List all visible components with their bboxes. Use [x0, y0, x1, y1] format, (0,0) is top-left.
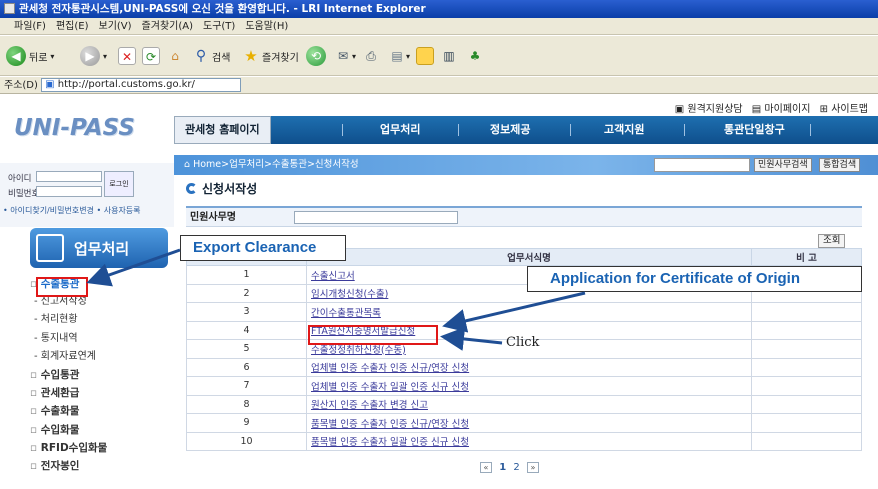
research-icon: ▥ — [443, 49, 455, 63]
menu-tools[interactable]: 도구(T) — [203, 21, 235, 32]
search-label: 검색 — [212, 52, 231, 64]
window-title: 관세청 전자통관시스템,UNI-PASS에 오신 것을 환영합니다. - LRI… — [19, 3, 426, 15]
home-icon: ⌂ — [171, 49, 179, 63]
stop-button[interactable]: ✕ — [118, 45, 136, 67]
window-titlebar: 관세청 전자통관시스템,UNI-PASS에 오신 것을 환영합니다. - LRI… — [0, 0, 878, 18]
menu-edit[interactable]: 편집(E) — [56, 21, 89, 32]
stop-icon: ✕ — [118, 47, 136, 65]
edit-button[interactable]: ▤ ▾ — [388, 45, 410, 67]
home-button[interactable]: ⌂ — [166, 45, 184, 67]
menu-favorites[interactable]: 즐겨찾기(A) — [142, 21, 193, 32]
menubar: 파일(F) 편집(E) 보기(V) 즐겨찾기(A) 도구(T) 도움말(H) — [0, 18, 878, 35]
search-icon: ⚲ — [195, 48, 207, 64]
arrow-click — [440, 326, 503, 351]
favorites-label: 즐겨찾기 — [262, 52, 299, 64]
back-arrow-icon: ◀ — [6, 46, 26, 66]
address-input[interactable]: ▣ http://portal.customs.go.kr/ — [41, 78, 242, 92]
forward-button[interactable]: ▶ ▾ — [80, 45, 107, 67]
menu-view[interactable]: 보기(V) — [99, 21, 132, 32]
address-bar: 주소(D) ▣ http://portal.customs.go.kr/ — [0, 77, 878, 94]
favorites-star-icon: ★ — [244, 47, 258, 65]
menu-help[interactable]: 도움말(H) — [245, 21, 288, 32]
discuss-button[interactable] — [416, 45, 434, 67]
ie-window-icon — [4, 3, 15, 14]
address-label: 주소(D) — [4, 80, 38, 91]
portal-page: ▣ 원격지원상담 ▤ 마이페이지 ⊞ 사이트맵 UNI-PASS 관세청 홈페이… — [0, 95, 878, 489]
search-button[interactable]: ⚲ 검색 — [192, 45, 231, 67]
print-icon: ⎙ — [366, 49, 376, 63]
back-button[interactable]: ◀ 뒤로 ▾ — [6, 45, 54, 67]
edit-icon: ▤ — [391, 49, 403, 63]
research-button[interactable]: ▥ — [440, 45, 458, 67]
messenger-icon: ♣ — [469, 49, 481, 63]
mail-icon: ✉ — [337, 49, 349, 63]
page-icon: ▣ — [45, 79, 58, 90]
print-button[interactable]: ⎙ — [362, 45, 380, 67]
menu-file[interactable]: 파일(F) — [14, 21, 46, 32]
folder-icon — [416, 47, 434, 65]
messenger-button[interactable]: ♣ — [466, 45, 484, 67]
mail-button[interactable]: ✉ ▾ — [334, 45, 356, 67]
annotation-arrows — [86, 248, 586, 351]
forward-arrow-icon: ▶ — [80, 46, 100, 66]
arrow-to-application — [442, 291, 586, 333]
refresh-button[interactable]: ⟳ — [142, 45, 160, 67]
history-icon: ⟲ — [306, 46, 326, 66]
favorites-button[interactable]: ★ 즐겨찾기 — [242, 45, 299, 67]
refresh-icon: ⟳ — [142, 47, 160, 65]
address-url: http://portal.customs.go.kr/ — [57, 79, 195, 90]
history-button[interactable]: ⟲ — [306, 45, 326, 67]
browser-toolbar: ◀ 뒤로 ▾ ▶ ▾ ✕ ⟳ ⌂ ⚲ 검색 ★ 즐겨찾기 ⟲ ✉ ▾ ⎙ ▤ ▾ ▥ ♣ — [0, 36, 878, 76]
back-label: 뒤로 — [29, 52, 48, 64]
arrow-to-export-clearance — [86, 248, 181, 287]
